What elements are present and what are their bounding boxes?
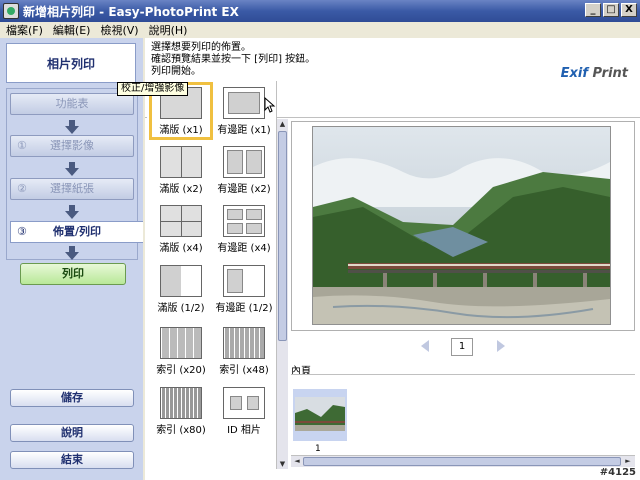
layout-label: 滿版 (x2) bbox=[159, 184, 203, 195]
app-icon bbox=[3, 3, 19, 19]
arrow-down-icon bbox=[65, 246, 79, 260]
instruction-line-1: 選擇想要列印的佈置。 bbox=[151, 42, 251, 53]
step-select-image-label: 選擇影像 bbox=[50, 139, 94, 152]
help-button[interactable]: 說明 bbox=[10, 424, 134, 442]
landscape-photo bbox=[313, 127, 610, 324]
layout-label: 滿版 (x4) bbox=[159, 243, 203, 254]
layout-item[interactable]: 有邊距 (x2) bbox=[213, 142, 275, 198]
step-select-paper-label: 選擇紙張 bbox=[50, 182, 94, 195]
scroll-up-icon[interactable]: ▲ bbox=[278, 119, 287, 129]
layout-item[interactable]: 滿版 (1/2) bbox=[150, 261, 212, 317]
menu-edit[interactable]: 編輯(E) bbox=[53, 22, 91, 38]
menu-bar: 檔案(F) 編輯(E) 檢視(V) 說明(H) bbox=[0, 22, 640, 38]
step-layout-print-active[interactable]: ③ 佈置/列印 bbox=[10, 221, 143, 243]
page-navigation: 1 bbox=[291, 336, 635, 358]
layout-thumb bbox=[160, 205, 202, 237]
layout-thumb bbox=[223, 205, 265, 237]
page-number: 1 bbox=[451, 338, 473, 356]
save-button[interactable]: 儲存 bbox=[10, 389, 134, 407]
arrow-down-icon bbox=[65, 162, 79, 176]
layout-item[interactable]: 有邊距 (1/2) bbox=[213, 261, 275, 317]
layout-label: 有邊距 (x4) bbox=[217, 243, 271, 254]
sidebar: 相片列印 功能表 ① 選擇影像 ② 選擇紙張 ③ 佈置/列印 列印 儲存 說明 結束 bbox=[0, 38, 143, 480]
instruction-line-3: 列印開始。 bbox=[151, 66, 201, 77]
minimize-button[interactable]: _ bbox=[585, 3, 601, 17]
instruction-line-2: 確認預覽結果並按一下 [列印] 按鈕。 bbox=[151, 54, 316, 65]
step-select-image-button[interactable]: ① 選擇影像 bbox=[10, 135, 134, 157]
step-menu-label: 功能表 bbox=[55, 97, 89, 110]
layout-label: 有邊距 (x1) bbox=[217, 125, 271, 136]
layout-list: 滿版 (x1) 有邊距 (x1) 滿版 (x2) 有邊距 (x2) 滿版 (x4… bbox=[147, 81, 277, 469]
hscroll-thumb[interactable] bbox=[303, 457, 621, 466]
arrow-down-icon bbox=[65, 120, 79, 134]
layout-label: ID 相片 bbox=[227, 425, 261, 436]
layout-label: 索引 (x48) bbox=[219, 365, 269, 376]
layout-label: 滿版 (1/2) bbox=[157, 303, 205, 314]
window-controls: _ □ X bbox=[585, 3, 637, 17]
close-button[interactable]: X bbox=[621, 3, 637, 17]
layout-thumb bbox=[223, 265, 265, 297]
scroll-right-icon[interactable]: ► bbox=[623, 456, 633, 466]
layout-item[interactable]: 索引 (x80) bbox=[150, 383, 212, 439]
exif-print-logo: Exif Print bbox=[560, 66, 628, 81]
exit-button[interactable]: 結束 bbox=[10, 451, 134, 469]
page-thumbnail[interactable] bbox=[293, 389, 347, 441]
layout-thumb bbox=[223, 87, 265, 119]
layout-item[interactable]: 有邊距 (x4) bbox=[213, 201, 275, 257]
thumbnail-photo bbox=[295, 397, 345, 431]
menu-view[interactable]: 檢視(V) bbox=[100, 22, 138, 38]
scroll-down-icon[interactable]: ▼ bbox=[278, 459, 287, 469]
layout-label: 索引 (x20) bbox=[156, 365, 206, 376]
mouse-cursor-icon bbox=[264, 97, 276, 113]
print-button[interactable]: 列印 bbox=[20, 263, 126, 285]
window-title: 新增相片列印 - Easy-PhotoPrint EX bbox=[23, 4, 239, 19]
layout-thumb bbox=[223, 387, 265, 419]
layout-item[interactable]: 索引 (x48) bbox=[213, 323, 275, 379]
step-select-paper-button[interactable]: ② 選擇紙張 bbox=[10, 178, 134, 200]
next-page-icon[interactable] bbox=[497, 340, 505, 352]
step-layout-print-label: 佈置/列印 bbox=[52, 225, 102, 238]
preview-photo[interactable] bbox=[312, 126, 611, 325]
thumbnail-number: 1 bbox=[315, 444, 321, 454]
menu-file[interactable]: 檔案(F) bbox=[6, 22, 43, 38]
sidebar-header: 相片列印 bbox=[6, 43, 136, 83]
menu-help[interactable]: 說明(H) bbox=[149, 22, 188, 38]
layout-thumb bbox=[160, 146, 202, 178]
layout-item[interactable]: 滿版 (x2) bbox=[150, 142, 212, 198]
layout-label: 滿版 (x1) bbox=[159, 125, 203, 136]
arrow-down-icon bbox=[65, 205, 79, 219]
contents-hscrollbar[interactable]: ◄ ► bbox=[291, 455, 635, 467]
layout-label: 索引 (x80) bbox=[156, 425, 206, 436]
layout-thumb bbox=[160, 387, 202, 419]
layout-item[interactable]: 滿版 (x4) bbox=[150, 201, 212, 257]
tooltip: 校正/增強影像 bbox=[117, 82, 189, 96]
step-menu-button[interactable]: 功能表 bbox=[10, 93, 134, 115]
watermark: #4125 bbox=[599, 467, 636, 478]
layout-thumb bbox=[223, 327, 265, 359]
maximize-button[interactable]: □ bbox=[603, 3, 619, 17]
prev-page-icon[interactable] bbox=[421, 340, 429, 352]
layout-item[interactable]: 索引 (x20) bbox=[150, 323, 212, 379]
title-bar: 新增相片列印 - Easy-PhotoPrint EX _ □ X bbox=[0, 0, 640, 22]
instructions: 選擇想要列印的佈置。 確認預覽結果並按一下 [列印] 按鈕。 列印開始。 bbox=[151, 42, 315, 78]
scroll-left-icon[interactable]: ◄ bbox=[292, 456, 302, 466]
layout-thumb bbox=[223, 146, 265, 178]
layout-thumb bbox=[160, 265, 202, 297]
layout-item[interactable]: ID 相片 bbox=[213, 383, 275, 439]
layout-label: 有邊距 (1/2) bbox=[215, 303, 273, 314]
layout-scrollbar[interactable]: ▲ ▼ bbox=[276, 119, 288, 469]
layout-label: 有邊距 (x2) bbox=[217, 184, 271, 195]
scroll-thumb[interactable] bbox=[278, 131, 287, 341]
layout-thumb bbox=[160, 327, 202, 359]
